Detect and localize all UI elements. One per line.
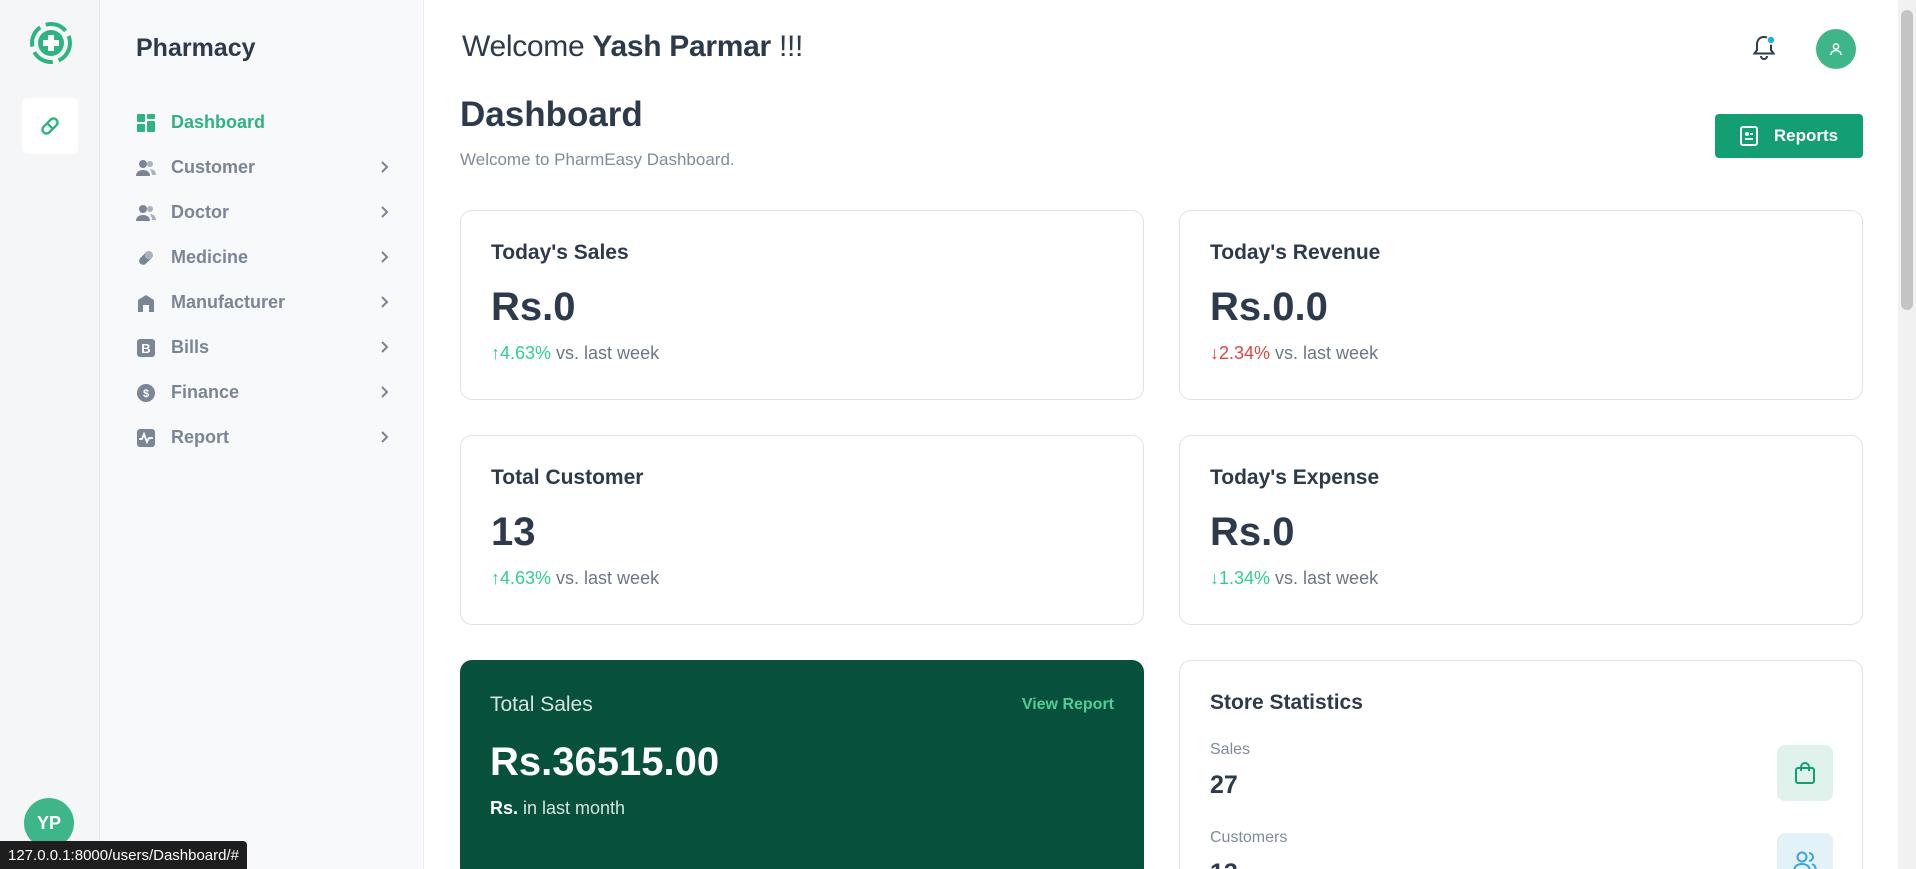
sidebar-item-label: Medicine [171, 247, 249, 267]
sidebar-item-label: Dashboard [171, 112, 266, 132]
users-icon [136, 203, 156, 223]
chevron-right-icon [381, 296, 389, 308]
view-report-link[interactable]: View Report [1022, 696, 1114, 714]
trend-percent: 2.34% [1219, 343, 1271, 363]
card-title: Today's Revenue [1210, 241, 1381, 264]
card-value: 13 [491, 510, 536, 554]
dashboard-grid-icon [136, 113, 156, 133]
sidebar-item-finance[interactable]: $ Finance [136, 370, 392, 415]
users-icon [1777, 833, 1833, 869]
store-statistics-title: Store Statistics [1210, 691, 1363, 714]
card-value: Rs.0 [491, 285, 576, 329]
reports-button[interactable]: Reports [1715, 114, 1863, 158]
pharmacy-logo-icon[interactable] [28, 20, 74, 66]
scrollbar-thumb[interactable] [1901, 10, 1913, 310]
sidebar-brand: Pharmacy [136, 34, 256, 62]
page-scrollbar[interactable] [1898, 0, 1916, 869]
chevron-right-icon [381, 341, 389, 353]
activity-icon [136, 428, 156, 448]
sidebar-item-label: Bills [171, 337, 210, 357]
bill-b-icon: B [136, 338, 156, 358]
sidebar-item-medicine[interactable]: Medicine [136, 235, 392, 280]
card-title: Total Customer [491, 466, 644, 489]
sidebar-item-label: Finance [171, 382, 240, 402]
sidebar: Pharmacy Dashboard Customer Doctor Medic… [100, 0, 424, 869]
shopping-bag-icon [1777, 745, 1833, 801]
card-value: Rs.0 [1210, 510, 1295, 554]
trend-down-arrow-icon: ↓ [1210, 343, 1219, 363]
chevron-right-icon [381, 251, 389, 263]
total-sales-title: Total Sales [490, 693, 593, 716]
svg-text:$: $ [143, 388, 149, 400]
welcome-message: Welcome Yash Parmar !!! [462, 30, 804, 63]
total-sales-card: Total Sales View Report Rs.36515.00 Rs. … [460, 660, 1144, 869]
user-name: Yash Parmar [592, 30, 771, 63]
sidebar-item-manufacturer[interactable]: Manufacturer [136, 280, 392, 325]
icon-rail: YP [0, 0, 100, 869]
card-trend: ↓1.34% vs. last week [1210, 568, 1379, 588]
user-icon [1830, 43, 1842, 56]
notification-bell-icon[interactable] [1748, 32, 1780, 64]
sidebar-item-report[interactable]: Report [136, 415, 392, 460]
sidebar-item-label: Report [171, 427, 229, 447]
pill-nav-button[interactable] [22, 98, 78, 154]
trend-percent: 1.34% [1219, 568, 1271, 588]
page-title: Dashboard [460, 95, 643, 134]
card-trend: ↓2.34% vs. last week [1210, 343, 1379, 363]
card-trend: ↑4.63% vs. last week [491, 343, 660, 363]
sidebar-nav: Dashboard Customer Doctor Medicine Manuf… [136, 100, 392, 460]
sidebar-item-doctor[interactable]: Doctor [136, 190, 392, 235]
total-sales-period: Rs. in last month [490, 798, 626, 818]
page-subtitle: Welcome to PharmEasy Dashboard. [460, 150, 735, 169]
building-icon [136, 293, 156, 313]
trend-up-arrow-icon: ↑ [491, 568, 500, 588]
todays-sales-card: Today's Sales Rs.0 ↑4.63% vs. last week [460, 210, 1144, 400]
svg-text:B: B [141, 341, 150, 356]
sidebar-item-label: Manufacturer [171, 292, 286, 312]
total-sales-value: Rs.36515.00 [490, 740, 720, 784]
card-trend: ↑4.63% vs. last week [491, 568, 660, 588]
todays-revenue-card: Today's Revenue Rs.0.0 ↓2.34% vs. last w… [1179, 210, 1863, 400]
sidebar-item-bills[interactable]: B Bills [136, 325, 392, 370]
stat-label-customers: Customers [1210, 829, 1288, 846]
trend-up-arrow-icon: ↑ [491, 343, 500, 363]
pill-icon [41, 117, 59, 135]
card-value: Rs.0.0 [1210, 285, 1328, 329]
todays-expense-card: Today's Expense Rs.0 ↓1.34% vs. last wee… [1179, 435, 1863, 625]
trend-percent: 4.63% [500, 568, 552, 588]
sidebar-item-label: Customer [171, 157, 256, 177]
sidebar-item-dashboard[interactable]: Dashboard [136, 100, 392, 145]
stat-label-sales: Sales [1210, 741, 1251, 758]
status-bar-url: 127.0.0.1:8000/users/Dashboard/# [0, 841, 247, 869]
trend-down-arrow-icon: ↓ [1210, 568, 1219, 588]
report-document-icon [1739, 126, 1758, 146]
user-profile-button[interactable] [1816, 29, 1856, 69]
reports-button-label: Reports [1773, 126, 1839, 145]
chevron-right-icon [381, 386, 389, 398]
chevron-right-icon [381, 431, 389, 443]
total-customer-card: Total Customer 13 ↑4.63% vs. last week [460, 435, 1144, 625]
chevron-right-icon [381, 161, 389, 173]
stat-value-customers: 13 [1210, 859, 1238, 869]
users-icon [136, 158, 156, 178]
stat-value-sales: 27 [1210, 771, 1238, 799]
sidebar-item-customer[interactable]: Customer [136, 145, 392, 190]
pill-icon [136, 248, 156, 268]
sidebar-item-label: Doctor [171, 202, 229, 222]
card-title: Today's Expense [1210, 466, 1380, 489]
dollar-coin-icon: $ [136, 383, 156, 403]
store-statistics-card: Store Statistics Sales 27 Customers 13 [1179, 660, 1863, 869]
chevron-right-icon [381, 206, 389, 218]
card-title: Today's Sales [491, 241, 629, 264]
trend-percent: 4.63% [500, 343, 552, 363]
